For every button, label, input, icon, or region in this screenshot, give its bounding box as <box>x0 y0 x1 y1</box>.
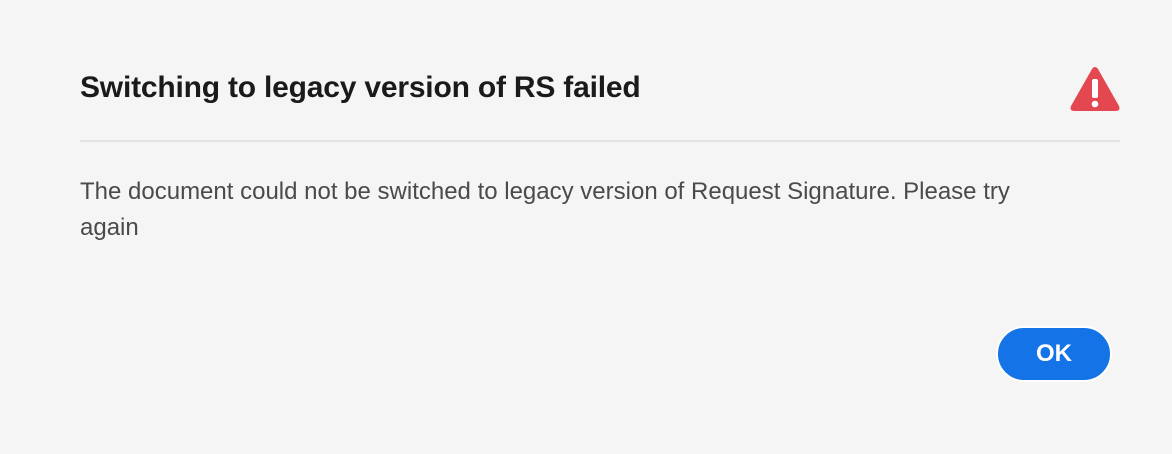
dialog-title: Switching to legacy version of RS failed <box>80 71 641 104</box>
error-dialog: Switching to legacy version of RS failed… <box>0 0 1172 454</box>
ok-button[interactable]: OK <box>996 326 1112 382</box>
header-divider <box>80 140 1120 142</box>
alert-icon <box>1070 66 1120 112</box>
dialog-message: The document could not be switched to le… <box>80 178 1010 241</box>
